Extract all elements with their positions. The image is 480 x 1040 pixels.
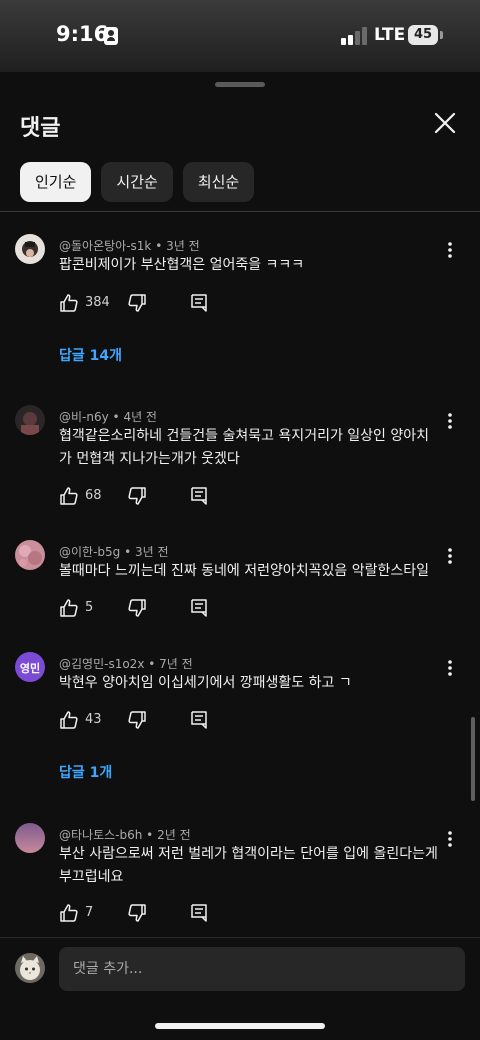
comment-author[interactable]: @이한-b5g [59,545,120,559]
comment-reply-icon [191,599,207,617]
battery-icon: 45 [408,25,438,45]
more-vert-icon [448,660,452,676]
like-button[interactable]: 43 [59,710,102,732]
comment-reply-icon [191,487,207,505]
replies-link[interactable]: 답글 1개 [59,762,112,782]
close-button[interactable] [428,106,462,140]
like-count: 43 [85,712,102,727]
thumbs-up-icon [60,599,78,617]
more-vert-icon [448,413,452,429]
replies-link[interactable]: 답글 14개 [59,345,122,365]
composer-divider [0,937,480,938]
more-vert-icon [448,242,452,258]
scrollbar[interactable] [471,717,475,801]
comment-text: 박현우 양아치임 이십세기에서 깡패생활도 하고 ㄱ [59,675,352,691]
comment-meta: @돌아온탕아-s1k • 3년 전 [59,239,200,253]
like-count: 7 [85,905,94,920]
like-button[interactable]: 384 [59,293,110,315]
comment-time: 3년 전 [166,239,200,253]
more-vert-icon [448,831,452,847]
reply-button[interactable] [189,598,209,620]
comment-text: 협객같은소리하네 건들건들 술쳐묵고 욕지거리가 일상인 양아치가 먼협객 지나… [59,428,430,467]
like-button[interactable]: 68 [59,486,102,508]
status-time: 9:16 [56,22,109,46]
like-count: 68 [85,488,102,503]
thumbs-down-icon [128,294,146,312]
like-count: 384 [85,295,110,310]
reply-button[interactable] [189,293,209,315]
dislike-button[interactable] [127,293,147,315]
avatar[interactable] [15,540,45,570]
comment-time: 4년 전 [123,410,157,424]
sheet-title: 댓글 [20,116,61,141]
reply-button[interactable] [189,903,209,925]
thumbs-up-icon [60,294,78,312]
thumbs-up-icon [60,904,78,922]
dislike-button[interactable] [127,598,147,620]
more-options-button[interactable] [440,658,460,678]
comment-text: 볼때마다 느끼는데 진짜 동네에 저런양아치꼭있음 악랄한스타일 [59,563,430,579]
network-type: LTE [374,25,406,45]
avatar[interactable] [15,405,45,435]
avatar[interactable] [15,234,45,264]
comment-text: 팝콘비제이가 부산협객은 얼어죽을 ㅋㅋㅋ [59,257,305,273]
like-button[interactable]: 5 [59,598,93,620]
comment-meta: @김영민-s1o2x • 7년 전 [59,657,193,671]
thumbs-down-icon [128,904,146,922]
comment-meta: @비-n6y • 4년 전 [59,410,157,424]
thumbs-down-icon [128,711,146,729]
comment-meta: @타나토스-b6h • 2년 전 [59,828,191,842]
thumbs-up-icon [60,711,78,729]
avatar[interactable]: 영민 [15,652,45,682]
sort-chips: 인기순 시간순 최신순 [20,162,255,202]
chip-top[interactable]: 인기순 [20,162,92,202]
comment-time: 2년 전 [157,828,191,842]
comment-author[interactable]: @돌아온탕아-s1k [59,239,151,253]
comment-time: 7년 전 [159,657,193,671]
more-vert-icon [448,548,452,564]
home-indicator[interactable] [155,1023,325,1029]
like-count: 5 [85,600,94,615]
more-options-button[interactable] [440,829,460,849]
focus-person-icon [104,27,118,45]
cellular-signal-icon [341,27,367,45]
comment-meta: @이한-b5g • 3년 전 [59,545,169,559]
chip-newest[interactable]: 최신순 [182,162,255,202]
comment-reply-icon [191,904,207,922]
avatar[interactable] [15,823,45,853]
dislike-button[interactable] [127,710,147,732]
more-options-button[interactable] [440,546,460,566]
comment-time: 3년 전 [135,545,169,559]
dislike-button[interactable] [127,903,147,925]
comment-author[interactable]: @타나토스-b6h [59,828,142,842]
chip-time[interactable]: 시간순 [101,162,173,202]
reply-button[interactable] [189,710,209,732]
comment-reply-icon [191,294,207,312]
comment-text: 부산 사람으로써 저런 벌레가 협객이라는 단어를 입에 올린다는게 부끄럽네요 [59,846,438,885]
comment-author[interactable]: @김영민-s1o2x [59,657,144,671]
thumbs-down-icon [128,599,146,617]
more-options-button[interactable] [440,240,460,260]
status-bar: 9:16 LTE 45 [0,0,480,72]
header-divider [0,211,480,212]
reply-button[interactable] [189,486,209,508]
thumbs-down-icon [128,487,146,505]
more-options-button[interactable] [440,411,460,431]
like-button[interactable]: 7 [59,903,93,925]
comment-reply-icon [191,711,207,729]
dislike-button[interactable] [127,486,147,508]
comment-author[interactable]: @비-n6y [59,410,109,424]
avatar-initials: 영민 [19,662,41,675]
comment-input[interactable]: 댓글 추가... [59,947,465,991]
user-avatar [15,953,45,983]
drag-handle[interactable] [215,82,265,87]
thumbs-up-icon [60,487,78,505]
battery-tip [440,31,443,39]
close-icon [434,112,456,134]
